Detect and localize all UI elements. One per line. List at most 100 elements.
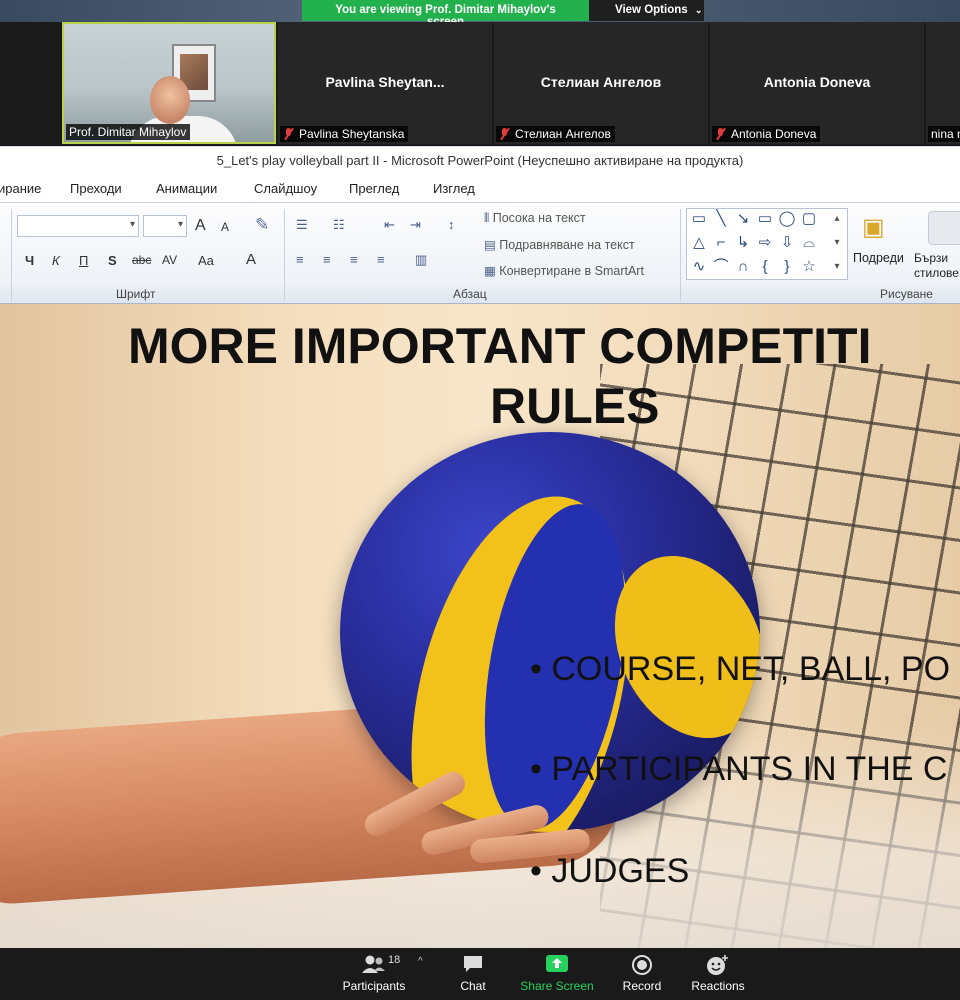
increase-indent-icon[interactable]: ⇥ (410, 217, 421, 233)
chat-icon (464, 956, 482, 972)
screen-share-banner: You are viewing Prof. Dimitar Mihaylov's… (302, 0, 704, 28)
convert-smartart-button[interactable]: ▦ Конвертиране в SmartArt (484, 263, 644, 278)
star-icon[interactable]: ☆ (799, 257, 819, 277)
font-size-combo[interactable] (143, 215, 187, 237)
tab-review[interactable]: Преглед (349, 181, 399, 196)
participant-tile-partial[interactable]: nina m (926, 22, 960, 144)
participants-caret-icon[interactable]: ^ (418, 956, 423, 967)
decrease-indent-icon[interactable]: ⇤ (384, 217, 395, 233)
scribble-icon[interactable]: ∿ (689, 257, 709, 277)
rectangle-icon[interactable]: ▭ (755, 209, 775, 229)
align-right-icon[interactable]: ≡ (350, 252, 358, 267)
elbow-connector-icon[interactable]: ⌐ (711, 233, 731, 253)
italic-button[interactable]: К (52, 253, 60, 268)
bullets-icon[interactable]: ☰ (296, 217, 308, 233)
align-text-label: Подравняване на текст (499, 238, 635, 252)
slide-bullet: • JUDGES (530, 852, 690, 890)
gallery-more-icon[interactable]: ▾ (827, 257, 847, 277)
participant-tile-host[interactable]: Prof. Dimitar Mihaylov (62, 22, 276, 144)
participant-name-label: Antonia Doneva (712, 126, 821, 142)
viewing-screen-label: You are viewing Prof. Dimitar Mihaylov's… (302, 0, 589, 28)
left-brace-icon[interactable]: { (755, 257, 775, 277)
chevron-down-icon: ⌄ (694, 5, 703, 15)
arrange-icon[interactable]: ▣ (862, 213, 885, 242)
underline-button[interactable]: П (79, 253, 88, 268)
textbox-icon[interactable]: ▭ (689, 209, 709, 229)
quick-styles-icon[interactable] (928, 211, 960, 245)
text-direction-icon: ⫴ (484, 211, 493, 225)
participants-icon (362, 955, 385, 973)
participant-center-name: Antonia Doneva (763, 74, 871, 90)
triangle-icon[interactable]: △ (689, 233, 709, 253)
participant-name-label: Prof. Dimitar Mihaylov (66, 124, 191, 140)
align-left-icon[interactable]: ≡ (296, 252, 304, 267)
group-separator (680, 209, 681, 301)
participant-name-label: nina m (928, 126, 960, 142)
slide-title-line2: RULES (490, 378, 660, 434)
rounded-rect-icon[interactable]: ▢ (799, 209, 819, 229)
oval-icon[interactable]: ◯ (777, 209, 797, 229)
tab-view[interactable]: Изглед (433, 181, 475, 196)
freeform-icon[interactable]: ⌓ (799, 233, 819, 253)
down-arrow-icon[interactable]: ⇩ (777, 233, 797, 253)
participant-name: Prof. Dimitar Mihaylov (69, 125, 187, 139)
zoom-window: You are viewing Prof. Dimitar Mihaylov's… (0, 0, 960, 1000)
shadow-button[interactable]: S (108, 253, 117, 268)
powerpoint-title-bar: 5_Let's play volleyball part II - Micros… (0, 146, 960, 174)
tab-design[interactable]: ирание (0, 181, 41, 196)
participant-name: Pavlina Sheytanska (299, 127, 405, 141)
grow-font-button[interactable]: A (195, 217, 206, 235)
participant-name: Antonia Doneva (731, 127, 817, 141)
change-case-button[interactable]: Aa (198, 253, 214, 268)
tab-slideshow[interactable]: Слайдшоу (254, 181, 317, 196)
numbering-icon[interactable]: ☷ (333, 217, 345, 233)
font-name-combo[interactable] (17, 215, 139, 237)
reactions-label: Reactions (691, 979, 745, 993)
align-center-icon[interactable]: ≡ (323, 252, 331, 267)
tab-animations[interactable]: Анимации (156, 181, 217, 196)
participant-name: nina m (931, 127, 960, 141)
font-color-button[interactable]: A (246, 251, 256, 268)
participant-tile[interactable]: Pavlina Sheytan... Pavlina Sheytanska (278, 22, 492, 144)
participant-strip: Prof. Dimitar Mihaylov Pavlina Sheytan..… (0, 22, 960, 146)
meeting-controls: 18 Participants ^ Chat Share Screen Reco… (0, 948, 960, 1000)
chat-label: Chat (460, 979, 486, 993)
tab-transitions[interactable]: Преходи (70, 181, 122, 196)
view-options-button[interactable]: View Options ⌄ (589, 0, 704, 21)
participant-tile[interactable]: Antonia Doneva Antonia Doneva (710, 22, 924, 144)
strikethrough-button[interactable]: abc (132, 253, 151, 267)
justify-icon[interactable]: ≡ (377, 252, 385, 267)
record-button[interactable]: Record (614, 948, 670, 1000)
right-brace-icon[interactable]: } (777, 257, 797, 277)
window-title: 5_Let's play volleyball part II - Micros… (216, 153, 744, 168)
bold-button[interactable]: Ч (25, 253, 34, 268)
columns-icon[interactable]: ▥ (415, 252, 427, 268)
slide-title-line1: MORE IMPORTANT COMPETITI (128, 318, 872, 374)
shrink-font-button[interactable]: A (221, 220, 229, 234)
char-spacing-button[interactable]: AV (162, 253, 177, 267)
line-icon[interactable]: ╲ (711, 209, 731, 229)
quick-styles-label[interactable]: Бързи стилове (914, 251, 960, 281)
line-spacing-icon[interactable]: ↕ (448, 217, 455, 232)
elbow-arrow-icon[interactable]: ↳ (733, 233, 753, 253)
gallery-scroll-up-icon[interactable]: ▴ (827, 209, 847, 229)
participant-name-label: Стелиан Ангелов (496, 126, 615, 142)
share-screen-button[interactable]: Share Screen (518, 948, 596, 1000)
clear-format-icon[interactable]: ✎ (255, 215, 269, 235)
font-group-label: Шрифт (116, 287, 156, 301)
reactions-button[interactable]: Reactions (686, 948, 750, 1000)
gallery-scroll-down-icon[interactable]: ▾ (827, 233, 847, 253)
right-arrow-icon[interactable]: ⇨ (755, 233, 775, 253)
participant-tile[interactable]: Стелиан Ангелов Стелиан Ангелов (494, 22, 708, 144)
participants-button[interactable]: 18 Participants (338, 948, 410, 1000)
arrow-line-icon[interactable]: ↘ (733, 209, 753, 229)
chat-button[interactable]: Chat (448, 948, 498, 1000)
align-text-button[interactable]: ▤ Подравняване на текст (484, 237, 635, 252)
curve-icon[interactable]: ∩ (733, 257, 753, 277)
arc-icon[interactable]: ⌒ (711, 257, 731, 277)
muted-mic-icon (283, 128, 294, 140)
arrange-label[interactable]: Подреди (853, 251, 904, 265)
shapes-gallery[interactable]: ▭ ╲ ↘ ▭ ◯ ▢ △ ⌐ ↳ ⇨ ⇩ ⌓ ∿ ⌒ ∩ { } ☆ ▴ ▾ … (686, 208, 848, 280)
text-direction-button[interactable]: ⫴ Посока на текст (484, 211, 586, 226)
text-direction-label: Посока на текст (492, 211, 586, 225)
